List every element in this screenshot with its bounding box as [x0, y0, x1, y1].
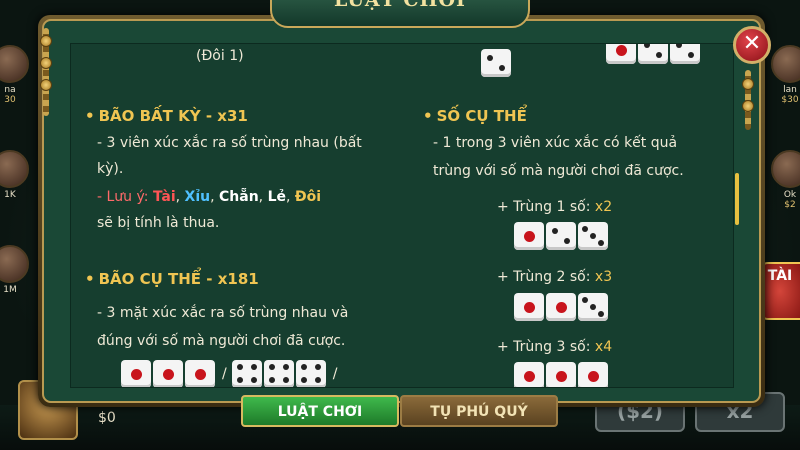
match-3-dice — [514, 362, 610, 387]
coin-icon — [742, 78, 754, 90]
dice-one-icon — [121, 360, 151, 387]
my-balance: $0 — [98, 410, 116, 426]
dice-one-icon — [153, 360, 183, 387]
dice-four-icon — [263, 360, 294, 387]
side-player-left-2[interactable]: 1K — [0, 150, 30, 200]
match-3-label: + Trùng 3 số: x4 — [497, 339, 613, 355]
match-2-label: + Trùng 2 số: x3 — [497, 269, 613, 285]
side-player-left-1[interactable]: na 30 — [0, 45, 30, 105]
tab-luat-choi[interactable]: LUẬT CHƠI — [241, 395, 399, 427]
dice-four-icon — [231, 360, 262, 387]
player-name: lan — [783, 85, 797, 95]
coin-icon — [40, 57, 52, 69]
rules-content-panel[interactable]: (Đôi 1) • BÃO BẤT KỲ - x31 - 3 viên xúc x… — [70, 43, 734, 388]
dice-one-icon — [185, 360, 215, 387]
bao-cu-the-line2: đúng với số mà người chơi đã cược. — [97, 333, 346, 349]
match-1-label: + Trùng 1 số: x2 — [497, 199, 613, 215]
dice-one-icon — [514, 222, 544, 250]
dice-four-icon — [295, 360, 326, 387]
dice-one-icon — [606, 44, 636, 64]
bao-bat-ky-note: - Lưu ý: Tài, Xỉu, Chẵn, Lẻ, Đôi — [97, 189, 322, 205]
so-cu-the-line2: trùng với số mà người chơi đã cược. — [433, 163, 684, 179]
dice-two-icon — [670, 44, 700, 64]
side-player-right-2[interactable]: Ok $2 — [770, 150, 800, 210]
avatar — [771, 150, 800, 188]
dice-one-icon — [514, 362, 544, 387]
dice-two-icon — [481, 49, 511, 77]
bao-bat-ky-line1: - 3 viên xúc xắc ra số trùng nhau (bất — [97, 135, 362, 151]
section-heading-bao-cu-the: • BÃO CỤ THỂ - x181 — [85, 270, 259, 288]
side-player-left-3[interactable]: 1M — [0, 245, 30, 295]
dice-one-icon — [546, 362, 576, 387]
player-name: 1K — [4, 190, 16, 200]
player-amount: $30 — [781, 95, 799, 105]
right-top-dice-fragment — [481, 49, 513, 79]
avatar — [771, 45, 800, 83]
avatar — [0, 45, 29, 83]
match-2-dice — [514, 293, 610, 323]
scrollbar-thumb[interactable] — [735, 173, 739, 225]
section-heading-bao-bat-ky: • BÃO BẤT KỲ - x31 — [85, 107, 248, 125]
left-top-fragment: (Đôi 1) — [196, 48, 244, 64]
dice-two-icon — [638, 44, 668, 64]
dice-one-icon — [578, 362, 608, 387]
player-amount: 30 — [4, 95, 16, 105]
dice-one-icon — [546, 293, 576, 321]
side-player-right-1[interactable]: lan $30 — [770, 45, 800, 105]
so-cu-the-line1: - 1 trong 3 viên xúc xắc có kết quả — [433, 135, 678, 151]
bao-bat-ky-line2: kỳ). — [97, 161, 124, 177]
avatar — [0, 245, 29, 283]
dice-two-icon — [546, 222, 576, 250]
modal-title: LUẬT CHƠI — [270, 0, 530, 28]
avatar — [0, 150, 29, 188]
close-button[interactable]: ✕ — [733, 26, 771, 64]
coin-icon — [40, 35, 52, 47]
player-amount: $2 — [784, 200, 796, 210]
bao-cu-the-dice-examples: / / — [121, 360, 342, 387]
dice-three-icon — [578, 293, 608, 321]
bao-bat-ky-line4: sẽ bị tính là thua. — [97, 215, 220, 231]
player-name: 1M — [3, 285, 17, 295]
coin-icon — [742, 100, 754, 112]
player-name: Ok — [783, 190, 797, 200]
bao-cu-the-line1: - 3 mặt xúc xắc ra số trùng nhau và — [97, 305, 349, 321]
dice-three-icon — [578, 222, 608, 250]
coin-icon — [40, 79, 52, 91]
player-name: na — [4, 85, 16, 95]
match-1-dice — [514, 222, 610, 252]
section-heading-so-cu-the: • SỐ CỤ THỂ — [423, 107, 527, 125]
right-top-dice-fragment-2 — [606, 44, 702, 66]
dice-one-icon — [514, 293, 544, 321]
tab-tu-phu-quy[interactable]: TỤ PHÚ QUÝ — [400, 395, 558, 427]
